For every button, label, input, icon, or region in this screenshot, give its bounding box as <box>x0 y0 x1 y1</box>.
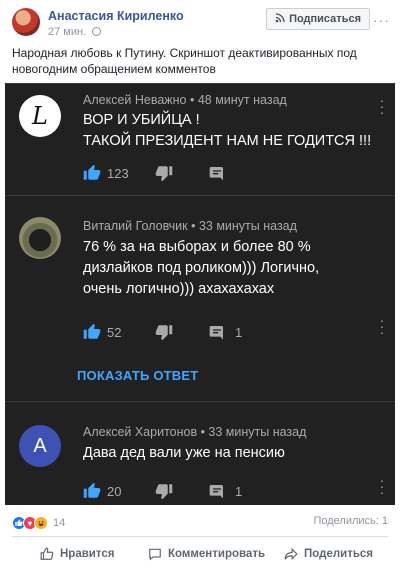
comment-author-line: Виталий Головчик • 33 минуты назад <box>83 219 297 233</box>
comment-author-line: Алексей Неважно • 48 минут назад <box>83 93 287 107</box>
post-actions: Нравится Комментировать Поделиться <box>0 542 400 566</box>
share-count[interactable]: Поделились: 1 <box>313 515 388 527</box>
comment-text: ВОР И УБИЙЦА ! ТАКОЙ ПРЕЗИДЕНТ НАМ НЕ ГО… <box>83 110 383 152</box>
globe-icon <box>92 27 102 36</box>
comment-text-line: 76 % за на выборах и более 80 % <box>83 239 311 255</box>
comment-label: Комментировать <box>168 548 266 560</box>
reactions-summary[interactable]: ♥ 14 <box>12 515 65 531</box>
post-time[interactable]: 27 мин. <box>48 26 86 38</box>
dislike-action <box>155 163 173 183</box>
comment-item: A Алексей Харитонов • 33 минуты назад Да… <box>5 401 395 505</box>
comment-text-line: очень логично))) ахахахахах <box>83 281 275 297</box>
share-label: Поделиться <box>304 548 374 560</box>
speech-bubble-icon <box>149 548 161 561</box>
commenter-avatar: L <box>19 95 61 137</box>
reaction-count: 14 <box>53 517 66 529</box>
post-text: Народная любовь к Путину. Скриншот деакт… <box>12 46 357 76</box>
thumbs-down-icon <box>155 166 173 182</box>
like-count: 52 <box>107 324 122 340</box>
comment-text-line: дизлайков под роликом))) Логично, <box>83 260 320 276</box>
reply-action <box>209 163 225 183</box>
share-arrow-icon <box>284 547 298 561</box>
subscribe-label: Подписаться <box>289 13 361 25</box>
share-button[interactable]: Поделиться <box>284 542 373 566</box>
comment-icon <box>209 485 223 499</box>
thumbs-up-outline-icon <box>40 547 54 560</box>
comment-actions: 52 1 <box>83 322 283 342</box>
rss-icon <box>275 12 285 26</box>
thumbs-down-icon <box>155 325 173 341</box>
comment-menu-icon: · · · <box>379 472 385 500</box>
comment-icon <box>209 167 223 181</box>
thumbs-down-icon <box>155 484 173 500</box>
dislike-action <box>155 481 173 501</box>
commenter-avatar: A <box>19 425 61 467</box>
reply-count: 1 <box>235 324 243 340</box>
like-action: 52 <box>83 322 121 342</box>
post-header: Анастасия Кириленко 27 мин. Подписаться … <box>12 6 390 42</box>
like-count: 123 <box>107 165 129 181</box>
comment-actions: 20 1 <box>83 481 283 501</box>
comment-icon <box>209 326 223 340</box>
comment-author-line: Алексей Харитонов • 33 минуты назад <box>83 425 307 439</box>
comment-text: 76 % за на выборах и более 80 % дизлайко… <box>83 237 383 300</box>
haha-reaction-icon <box>34 516 48 530</box>
thumbs-up-icon <box>83 482 101 498</box>
comment-text: Дава дед вали уже на пенсию <box>83 443 383 464</box>
subscribe-button[interactable]: Подписаться <box>266 8 370 30</box>
more-options-icon[interactable]: ··· <box>373 12 390 28</box>
like-action: 20 <box>83 481 121 501</box>
comment-text-line: ТАКОЙ ПРЕЗИДЕНТ НАМ НЕ ГОДИТСЯ !!! <box>83 133 372 149</box>
comment-menu-icon: · · · <box>379 312 385 340</box>
comment-button[interactable]: Комментировать <box>148 542 265 566</box>
comment-actions: 123 <box>83 163 283 183</box>
reply-count: 1 <box>235 483 243 499</box>
facebook-post: Анастасия Кириленко 27 мин. Подписаться … <box>0 0 400 577</box>
comment-menu-icon: · · · <box>379 92 385 120</box>
show-reply-link: ПОКАЗАТЬ ОТВЕТ <box>77 368 199 383</box>
comment-text-line: Дава дед вали уже на пенсию <box>83 445 285 461</box>
thumbs-up-icon <box>83 323 101 339</box>
like-label: Нравится <box>60 548 115 560</box>
author-name[interactable]: Анастасия Кириленко <box>48 9 184 23</box>
commenter-avatar <box>19 217 61 259</box>
thumbs-up-icon <box>83 164 101 180</box>
post-meta: 27 мин. <box>48 26 102 38</box>
like-count: 20 <box>107 483 122 499</box>
comments-screenshot[interactable]: L Алексей Неважно • 48 минут назад ВОР И… <box>5 83 395 505</box>
comment-item: L Алексей Неважно • 48 минут назад ВОР И… <box>5 83 395 195</box>
divider <box>12 536 388 537</box>
reply-action: 1 <box>209 322 242 342</box>
reply-action: 1 <box>209 481 242 501</box>
like-action: 123 <box>83 163 129 183</box>
comment-item: Виталий Головчик • 33 минуты назад 76 % … <box>5 195 395 355</box>
comment-text-line: ВОР И УБИЙЦА ! <box>83 112 200 128</box>
like-button[interactable]: Нравится <box>40 542 114 566</box>
dislike-action <box>155 322 173 342</box>
author-avatar[interactable] <box>12 8 40 36</box>
